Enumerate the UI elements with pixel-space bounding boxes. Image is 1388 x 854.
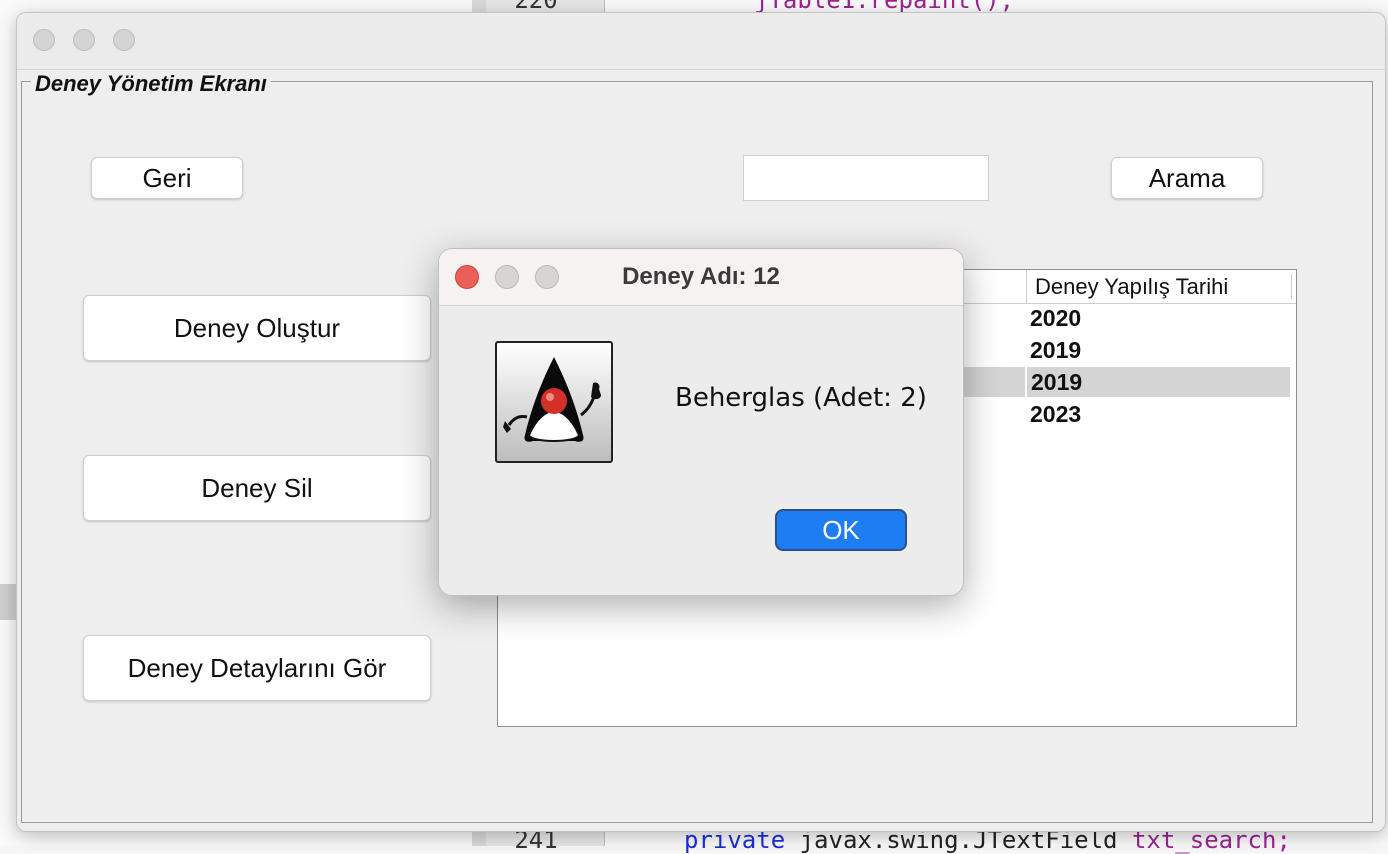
panel-title: Deney Yönetim Ekranı <box>31 71 271 97</box>
message-dialog: Deney Adı: 12 Beherglas (Adet: 2) OK <box>438 248 964 596</box>
dialog-title: Deney Adı: 12 <box>622 263 780 290</box>
zoom-window-icon[interactable] <box>113 29 135 51</box>
table-cell-date: 2023 <box>1030 401 1082 427</box>
back-button[interactable]: Geri <box>91 157 243 199</box>
ok-button[interactable]: OK <box>775 509 907 551</box>
close-window-icon[interactable] <box>33 29 55 51</box>
main-titlebar[interactable] <box>17 13 1385 70</box>
table-cell-date: 2020 <box>1030 305 1082 331</box>
dialog-titlebar[interactable]: Deney Adı: 12 <box>439 249 963 306</box>
delete-experiment-button[interactable]: Deney Sil <box>83 455 431 521</box>
table-cell-date: 2019 <box>1030 337 1082 363</box>
column-divider <box>1291 274 1292 299</box>
minimize-window-icon[interactable] <box>73 29 95 51</box>
create-experiment-button[interactable]: Deney Oluştur <box>83 295 431 361</box>
dialog-message: Beherglas (Adet: 2) <box>675 383 927 413</box>
search-button[interactable]: Arama <box>1111 157 1263 199</box>
column-header-date[interactable]: Deney Yapılış Tarihi <box>1026 270 1292 303</box>
view-details-button[interactable]: Deney Detaylarını Gör <box>83 635 431 701</box>
editor-side-marker <box>0 584 16 620</box>
java-duke-icon <box>495 341 613 463</box>
search-input[interactable] <box>743 155 989 201</box>
table-cell-date: 2019 <box>1027 367 1290 397</box>
